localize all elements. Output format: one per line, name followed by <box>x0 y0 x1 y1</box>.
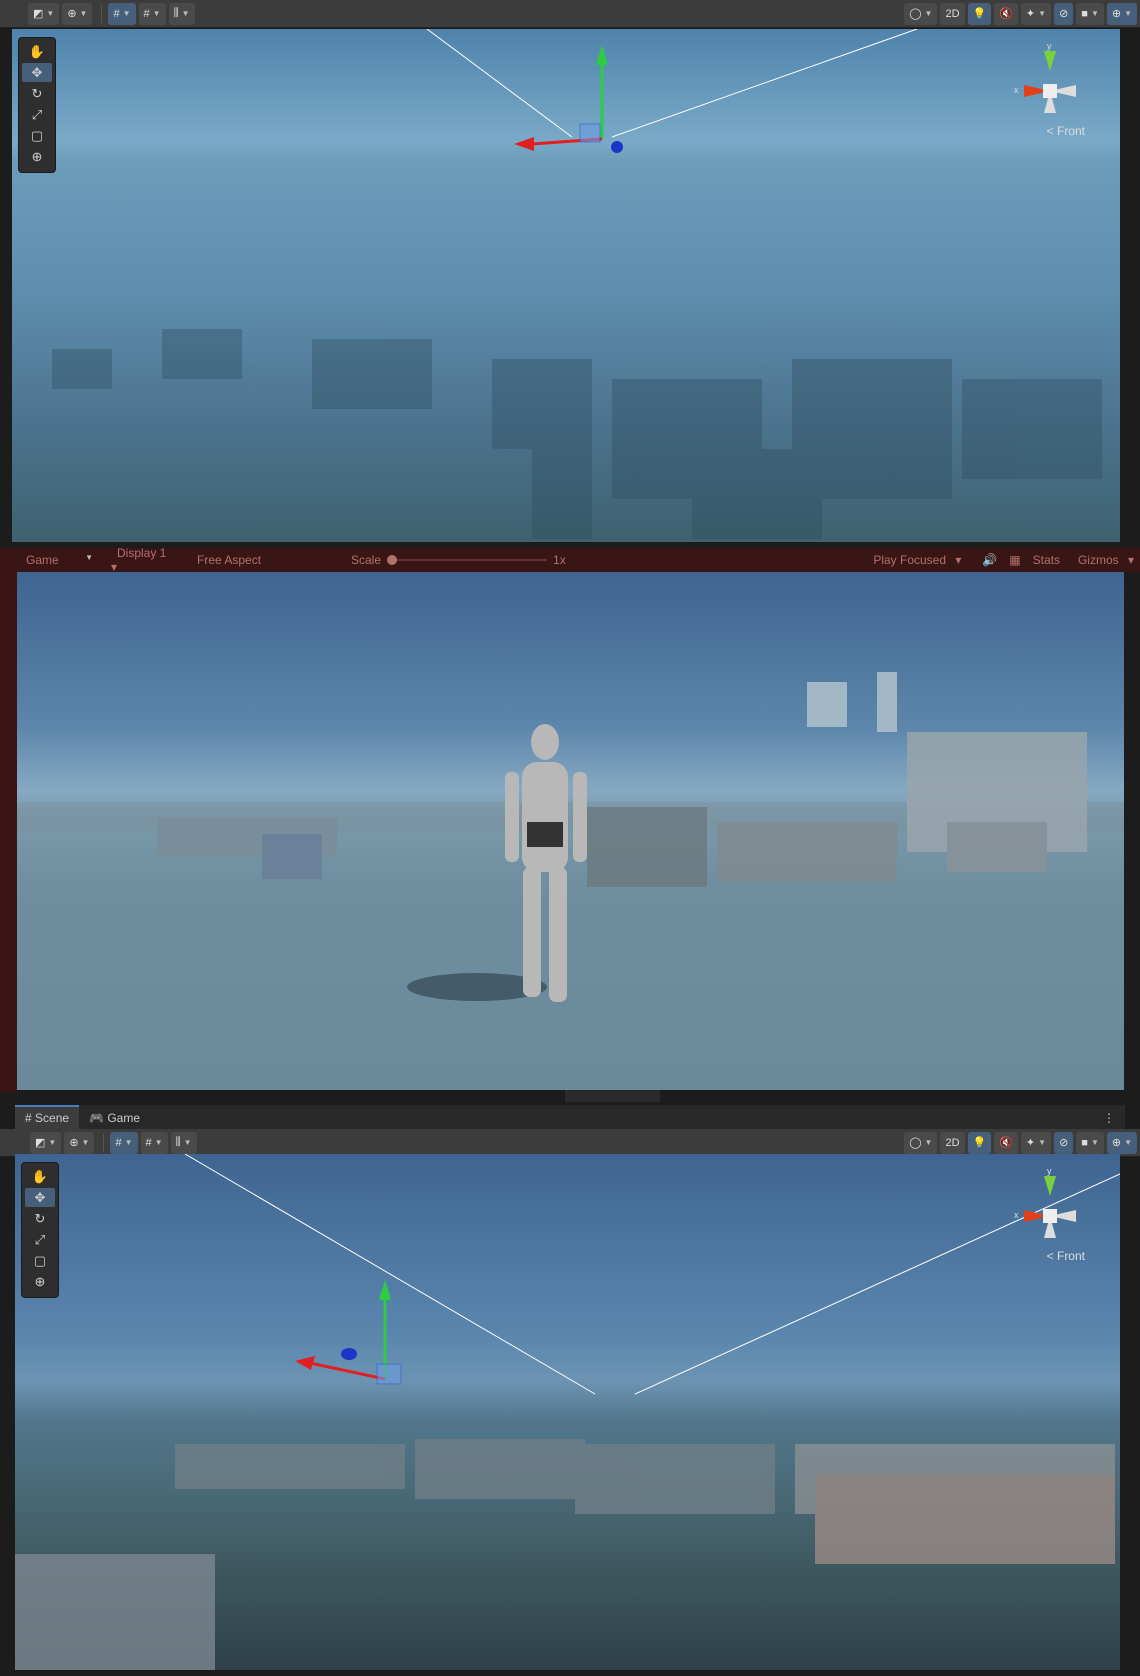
draw-mode-button[interactable]: ◩ ▼ <box>28 2 60 25</box>
svg-text:x: x <box>1014 85 1019 95</box>
2d-toggle[interactable]: 2D <box>940 2 965 25</box>
play-mode-dropdown[interactable]: Play Focused ▾ <box>861 553 976 567</box>
lighting-toggle-icon[interactable]: 💡 <box>967 2 992 25</box>
gizmos-dropdown[interactable]: Gizmos ▾ <box>1066 553 1140 567</box>
increment-snap-button[interactable]: ⫼ ▼ <box>170 1131 197 1154</box>
visibility-toggle-icon[interactable]: ⊘ <box>1054 1131 1074 1154</box>
aspect-dropdown[interactable]: Free Aspect <box>185 553 345 567</box>
display-dropdown[interactable]: Display 1 ▾ <box>105 546 185 574</box>
transform-tool-icon[interactable]: ⊕ <box>22 147 52 166</box>
svg-text:x: x <box>1014 1210 1019 1220</box>
tool-palette: ✋ ✥ ↻ ⤢ ▢ ⊕ <box>21 1162 59 1298</box>
visibility-toggle-icon[interactable]: ⊘ <box>1054 2 1074 25</box>
tool-palette: ✋ ✥ ↻ ⤢ ▢ ⊕ <box>18 37 56 173</box>
tab-scene[interactable]: # Scene <box>15 1105 80 1129</box>
draw-mode-button[interactable]: ◩ ▼ <box>30 1131 62 1154</box>
2d-toggle[interactable]: 2D <box>940 1131 965 1154</box>
grid-snap-button[interactable]: # ▼ <box>108 2 136 25</box>
game-tab-dropdown[interactable]: Game ▼ <box>0 553 105 567</box>
rotate-tool-icon[interactable]: ↻ <box>25 1209 55 1228</box>
scene-view-bottom[interactable]: ✋ ✥ ↻ ⤢ ▢ ⊕ y x < Front <box>15 1154 1120 1670</box>
shading-mode-button[interactable]: ◯ ▼ <box>904 1131 938 1154</box>
scale-value: 1x <box>553 553 566 567</box>
rect-tool-icon[interactable]: ▢ <box>22 126 52 145</box>
effects-button[interactable]: ✦ ▼ <box>1020 1131 1052 1154</box>
rect-tool-icon[interactable]: ▢ <box>25 1251 55 1270</box>
audio-toggle-icon[interactable]: 🔇 <box>994 1131 1018 1154</box>
hand-tool-icon[interactable]: ✋ <box>25 1167 55 1186</box>
increment-snap-button[interactable]: ⫼ ▼ <box>168 2 195 25</box>
scale-slider[interactable] <box>387 555 548 565</box>
scene-view-top[interactable]: ✋ ✥ ↻ ⤢ ▢ ⊕ y x < Front <box>12 29 1120 542</box>
scene-toolbar-top: ◩ ▼ ⊕ ▼ # ▼ # ▼ ⫼ ▼ ◯ ▼ 2D 💡 🔇 ✦ ▼ ⊘ ■ ▼ ⊕ ▼ <box>0 0 1140 28</box>
mute-audio-icon[interactable]: 🔊 <box>976 553 1003 567</box>
grid-button[interactable]: # ▼ <box>138 2 166 25</box>
rotate-tool-icon[interactable]: ↻ <box>22 84 52 103</box>
move-tool-icon[interactable]: ✥ <box>22 63 52 82</box>
hand-tool-icon[interactable]: ✋ <box>22 42 52 61</box>
lighting-toggle-icon[interactable]: 💡 <box>967 1131 992 1154</box>
game-view[interactable] <box>17 572 1124 1090</box>
svg-text:y: y <box>1047 1166 1052 1176</box>
scale-tool-icon[interactable]: ⤢ <box>22 105 52 124</box>
stats-button[interactable]: Stats <box>1027 553 1066 567</box>
front-view-label[interactable]: < Front <box>1047 124 1085 138</box>
move-tool-icon[interactable]: ✥ <box>25 1188 55 1207</box>
scene-toolbar-bottom: ◩ ▼ ⊕ ▼ # ▼ # ▼ ⫼ ▼ ◯ ▼ 2D 💡 🔇 ✦ ▼ ⊘ ■ ▼ ⊕ ▼ <box>0 1129 1140 1157</box>
camera-button[interactable]: ■ ▼ <box>1076 2 1104 25</box>
effects-button[interactable]: ✦ ▼ <box>1020 2 1052 25</box>
scale-label: Scale <box>351 553 382 567</box>
grid-button[interactable]: # ▼ <box>140 1131 168 1154</box>
scale-tool-icon[interactable]: ⤢ <box>25 1230 55 1249</box>
play-controls[interactable] <box>565 1090 660 1102</box>
scene-tab-bar: # Scene 🎮 Game ⋮ <box>15 1105 1125 1129</box>
tab-game[interactable]: 🎮 Game <box>79 1107 150 1129</box>
svg-text:y: y <box>1047 41 1052 51</box>
transform-tool-icon[interactable]: ⊕ <box>25 1272 55 1291</box>
gizmos-button[interactable]: ⊕ ▼ <box>1106 1131 1137 1154</box>
front-view-label[interactable]: < Front <box>1047 1249 1085 1263</box>
grid-snap-button[interactable]: # ▼ <box>110 1131 138 1154</box>
audio-toggle-icon[interactable]: 🔇 <box>994 2 1018 25</box>
shading-mode-button[interactable]: ◯ ▼ <box>904 2 938 25</box>
gizmos-button[interactable]: ⊕ ▼ <box>1106 2 1137 25</box>
game-toolbar: Game ▼ Display 1 ▾ Free Aspect Scale 1x … <box>0 546 1140 574</box>
camera-button[interactable]: ■ ▼ <box>1076 1131 1104 1154</box>
global-local-button[interactable]: ⊕ ▼ <box>64 1131 95 1154</box>
more-options-icon[interactable]: ⋮ <box>1093 1107 1125 1129</box>
global-local-button[interactable]: ⊕ ▼ <box>62 2 93 25</box>
game-side-strip <box>0 572 17 1092</box>
stats-icon[interactable]: ▦ <box>1003 553 1026 567</box>
